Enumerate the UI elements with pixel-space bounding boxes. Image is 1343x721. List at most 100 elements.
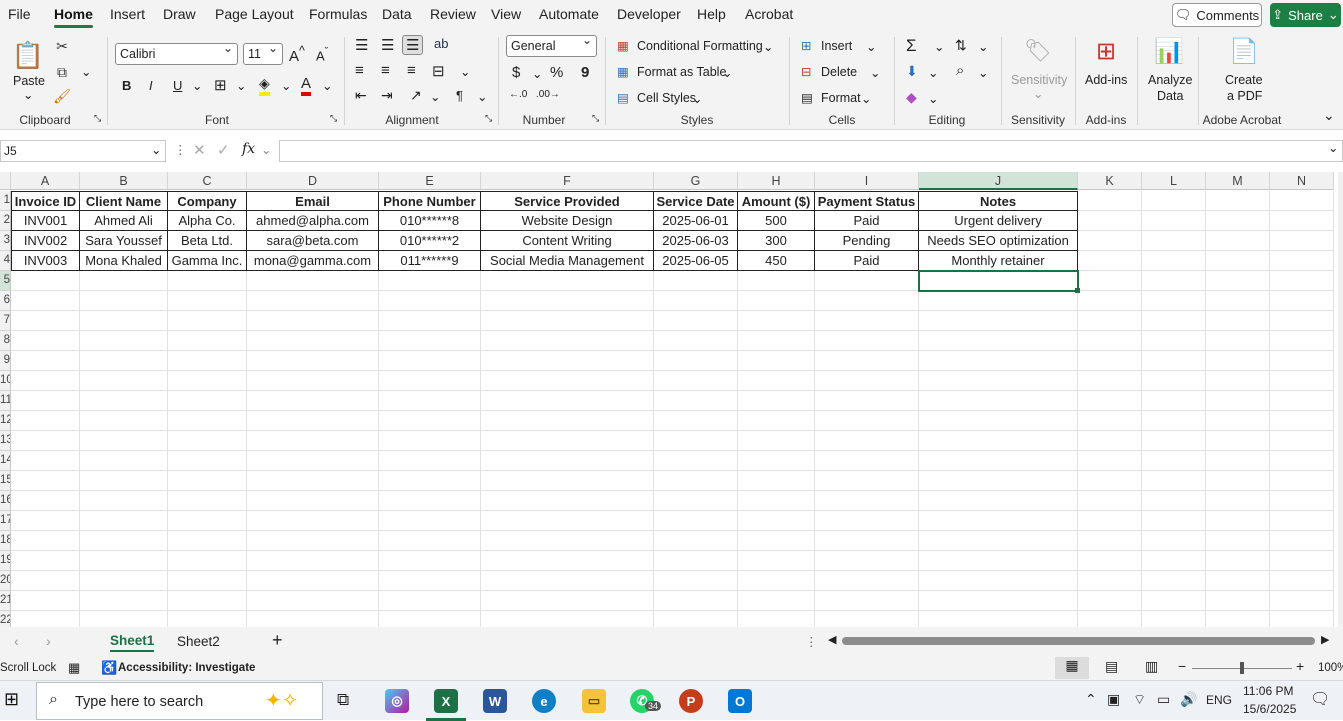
tab-draw[interactable]: Draw [163,6,196,22]
collapse-ribbon-icon[interactable]: ⌄ [1323,107,1335,124]
empty-cell[interactable] [1078,291,1142,311]
empty-cell[interactable] [80,491,168,511]
row-header-13[interactable]: 13 [0,431,11,451]
row-header-15[interactable]: 15 [0,471,11,491]
font-name-select[interactable]: Calibri [115,41,238,65]
empty-cell[interactable] [247,571,379,591]
word-app-icon[interactable]: W [483,689,507,713]
empty-cell[interactable] [481,431,654,451]
chevron-down-icon[interactable]: ⌄ [722,65,732,80]
empty-cell[interactable] [1206,351,1270,371]
empty-cell[interactable] [919,491,1078,511]
chevron-down-icon[interactable]: ⌄ [236,78,246,93]
chevron-down-icon[interactable]: ⌄ [460,64,470,79]
table-cell[interactable]: mona@gamma.com [247,251,379,271]
add-sheet-icon[interactable]: + [272,630,283,651]
row-header-2[interactable]: 2 [0,211,11,231]
empty-cell[interactable] [11,551,80,571]
tab-view[interactable]: View [491,6,521,22]
zoom-level[interactable]: 100% [1318,662,1343,674]
empty-cell[interactable] [919,571,1078,591]
empty-cell[interactable] [1142,211,1206,231]
empty-cell[interactable] [1206,411,1270,431]
align-left-icon[interactable]: ≡ [355,62,364,79]
row-header-16[interactable]: 16 [0,491,11,511]
empty-cell[interactable] [919,331,1078,351]
empty-cell[interactable] [168,551,247,571]
table-cell[interactable]: 010******2 [379,231,481,251]
sheet-tab-sheet1[interactable]: Sheet1 [110,633,155,652]
underline-button[interactable]: U [173,78,182,93]
add-ins-button[interactable]: Add-ins [1085,73,1127,87]
increase-decimal-icon[interactable]: ←.0 [509,89,527,100]
empty-cell[interactable] [80,271,168,291]
empty-cell[interactable] [1142,431,1206,451]
empty-cell[interactable] [815,611,919,627]
empty-cell[interactable] [481,471,654,491]
empty-cell[interactable] [168,311,247,331]
empty-cell[interactable] [379,551,481,571]
empty-cell[interactable] [1206,251,1270,271]
empty-cell[interactable] [654,331,738,351]
empty-cell[interactable] [1206,491,1270,511]
empty-cell[interactable] [379,411,481,431]
empty-cell[interactable] [80,311,168,331]
column-header-f[interactable]: F [481,172,654,190]
row-header-12[interactable]: 12 [0,411,11,431]
empty-cell[interactable] [11,291,80,311]
empty-cell[interactable] [1206,331,1270,351]
empty-cell[interactable] [919,431,1078,451]
empty-cell[interactable] [1142,411,1206,431]
row-header-18[interactable]: 18 [0,531,11,551]
empty-cell[interactable] [654,451,738,471]
empty-cell[interactable] [654,531,738,551]
table-cell[interactable]: 450 [738,251,815,271]
table-cell[interactable]: 500 [738,211,815,231]
empty-cell[interactable] [919,351,1078,371]
empty-cell[interactable] [919,451,1078,471]
empty-cell[interactable] [654,411,738,431]
cut-icon[interactable]: ✂ [53,37,71,55]
empty-cell[interactable] [80,351,168,371]
copilot-icon[interactable]: ◎ [385,689,409,713]
empty-cell[interactable] [11,571,80,591]
table-cell[interactable]: Pending [815,231,919,251]
format-as-table-button[interactable]: Format as Table [637,65,726,79]
increase-font-icon[interactable]: A^ [289,44,305,65]
autosum-icon[interactable]: Σ [906,36,917,56]
create-pdf-button[interactable]: Create [1225,73,1263,87]
empty-cell[interactable] [11,491,80,511]
sort-filter-icon[interactable]: ⇅ [955,37,967,54]
empty-cell[interactable] [654,431,738,451]
column-header-m[interactable]: M [1206,172,1270,190]
empty-cell[interactable] [11,431,80,451]
empty-cell[interactable] [738,431,815,451]
empty-cell[interactable] [247,291,379,311]
empty-cell[interactable] [11,531,80,551]
empty-cell[interactable] [247,371,379,391]
empty-cell[interactable] [11,351,80,371]
empty-cell[interactable] [815,591,919,611]
merge-center-icon[interactable]: ⊟ [432,62,445,80]
header-cell[interactable]: Amount ($) [738,191,815,211]
empty-cell[interactable] [481,451,654,471]
row-header-19[interactable]: 19 [0,551,11,571]
empty-cell[interactable] [80,371,168,391]
orientation-icon[interactable]: ↗ [410,87,422,104]
empty-cell[interactable] [1142,351,1206,371]
table-cell[interactable]: Paid [815,251,919,271]
chevron-down-icon[interactable]: ⌄ [870,65,880,80]
empty-cell[interactable] [919,511,1078,531]
empty-cell[interactable] [815,351,919,371]
formula-input[interactable] [279,140,1343,162]
table-cell[interactable]: INV001 [11,211,80,231]
bottom-align-icon[interactable]: ☰ [402,35,424,55]
empty-cell[interactable] [919,371,1078,391]
table-cell[interactable]: sara@beta.com [247,231,379,251]
empty-cell[interactable] [815,431,919,451]
empty-cell[interactable] [654,471,738,491]
empty-cell[interactable] [738,451,815,471]
empty-cell[interactable] [168,531,247,551]
show-hidden-icons[interactable]: ⌃ [1085,691,1097,708]
table-cell[interactable]: Mona Khaled [80,251,168,271]
